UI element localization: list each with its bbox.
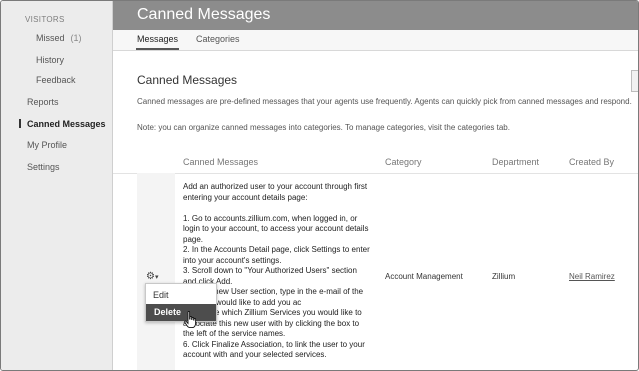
category-cell: Account Management xyxy=(385,272,463,281)
tab-categories[interactable]: Categories xyxy=(196,34,240,44)
sidebar-item-my-profile[interactable]: My Profile xyxy=(27,140,67,150)
page-title: Canned Messages xyxy=(137,6,271,23)
section-title: Canned Messages xyxy=(137,73,238,87)
department-cell: Zillium xyxy=(492,272,516,281)
sidebar: VISITORS Missed (1) History Feedback Repo… xyxy=(1,1,113,370)
missed-count-badge: (1) xyxy=(70,33,82,43)
column-header-category[interactable]: Category xyxy=(385,157,422,167)
column-header-created-by[interactable]: Created By xyxy=(569,157,614,167)
tab-messages[interactable]: Messages xyxy=(137,34,178,44)
gear-icon: ⚙ xyxy=(146,271,155,282)
row-actions-menu: Edit Delete xyxy=(145,283,217,322)
chevron-down-icon: ▾ xyxy=(154,274,159,281)
delete-menu-item[interactable]: Delete xyxy=(146,304,216,321)
sidebar-section-visitors: VISITORS xyxy=(25,15,65,24)
column-header-department[interactable]: Department xyxy=(492,157,539,167)
page-header: Canned Messages xyxy=(113,1,638,30)
sidebar-item-label: Missed xyxy=(36,33,65,43)
sidebar-item-settings[interactable]: Settings xyxy=(27,162,60,172)
sidebar-item-feedback[interactable]: Feedback xyxy=(36,75,76,85)
description-text: Canned messages are pre-defined messages… xyxy=(137,97,632,106)
sidebar-item-canned-messages[interactable]: Canned Messages xyxy=(27,119,106,129)
note-text: Note: you can organize canned messages i… xyxy=(137,123,510,132)
row-actions-button[interactable]: ⚙▾ xyxy=(146,271,158,282)
app-window: VISITORS Missed (1) History Feedback Repo… xyxy=(0,0,639,371)
column-header-canned-messages[interactable]: Canned Messages xyxy=(183,157,258,167)
sidebar-item-history[interactable]: History xyxy=(36,55,64,65)
hand-pointer-icon xyxy=(184,311,197,329)
active-indicator xyxy=(19,119,21,128)
add-button-edge[interactable] xyxy=(631,70,638,92)
sidebar-item-reports[interactable]: Reports xyxy=(27,97,59,107)
tab-bar: Messages Categories xyxy=(113,30,638,51)
active-tab-underline xyxy=(136,48,179,50)
edit-menu-item[interactable]: Edit xyxy=(153,290,169,300)
sidebar-item-missed[interactable]: Missed (1) xyxy=(36,33,82,43)
created-by-link[interactable]: Neil Ramirez xyxy=(569,272,615,281)
canned-message-text: Add an authorized user to your account t… xyxy=(183,182,370,359)
